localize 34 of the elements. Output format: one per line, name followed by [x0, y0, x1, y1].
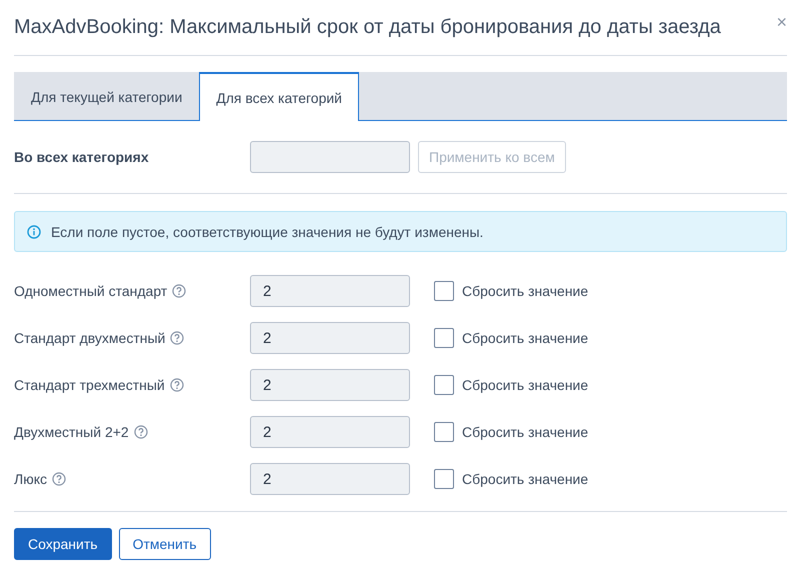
input-field[interactable]: 2	[250, 275, 410, 307]
checkbox[interactable]	[434, 422, 454, 442]
checkbox-label: Сбросить значение	[462, 283, 588, 299]
checkbox[interactable]	[434, 328, 454, 348]
help-icon[interactable]	[52, 472, 66, 486]
category-label: Стандарт двухместный	[14, 330, 166, 346]
checkbox[interactable]	[434, 469, 454, 489]
field-label: Во всех категориях	[14, 149, 149, 165]
save-button[interactable]: Сохранить	[14, 528, 112, 560]
input-field[interactable]: 2	[250, 322, 410, 354]
help-icon[interactable]	[172, 284, 186, 298]
tab[interactable]: Для всех категорий	[199, 72, 359, 121]
input-field[interactable]	[250, 141, 410, 173]
category-label: Люкс	[14, 471, 47, 487]
cancel-button[interactable]: Отменить	[118, 528, 211, 560]
tab[interactable]: Для текущей категории	[14, 72, 200, 120]
input-field[interactable]: 2	[250, 416, 410, 448]
category-label: Двухместный 2+2	[14, 424, 129, 440]
checkbox[interactable]	[434, 281, 454, 301]
info-icon	[27, 224, 41, 238]
checkbox-label: Сбросить значение	[462, 330, 588, 346]
checkbox-label: Сбросить значение	[462, 471, 588, 487]
category-label: Одноместный стандарт	[14, 283, 168, 299]
dialog-title: MaxAdvBooking: Максимальный срок от даты бронирования до даты заезда	[14, 16, 721, 39]
checkbox[interactable]	[434, 375, 454, 395]
category-label: Стандарт трехместный	[14, 377, 165, 393]
help-icon[interactable]	[170, 331, 184, 345]
checkbox-label: Сбросить значение	[462, 377, 588, 393]
input-field[interactable]: 2	[250, 369, 410, 401]
info-text: Если поле пустое, соответствующие значения не будут изменены.	[51, 224, 484, 240]
help-icon[interactable]	[170, 378, 184, 392]
input-field[interactable]: 2	[250, 463, 410, 495]
checkbox-label: Сбросить значение	[462, 424, 588, 440]
help-icon[interactable]	[134, 425, 148, 439]
